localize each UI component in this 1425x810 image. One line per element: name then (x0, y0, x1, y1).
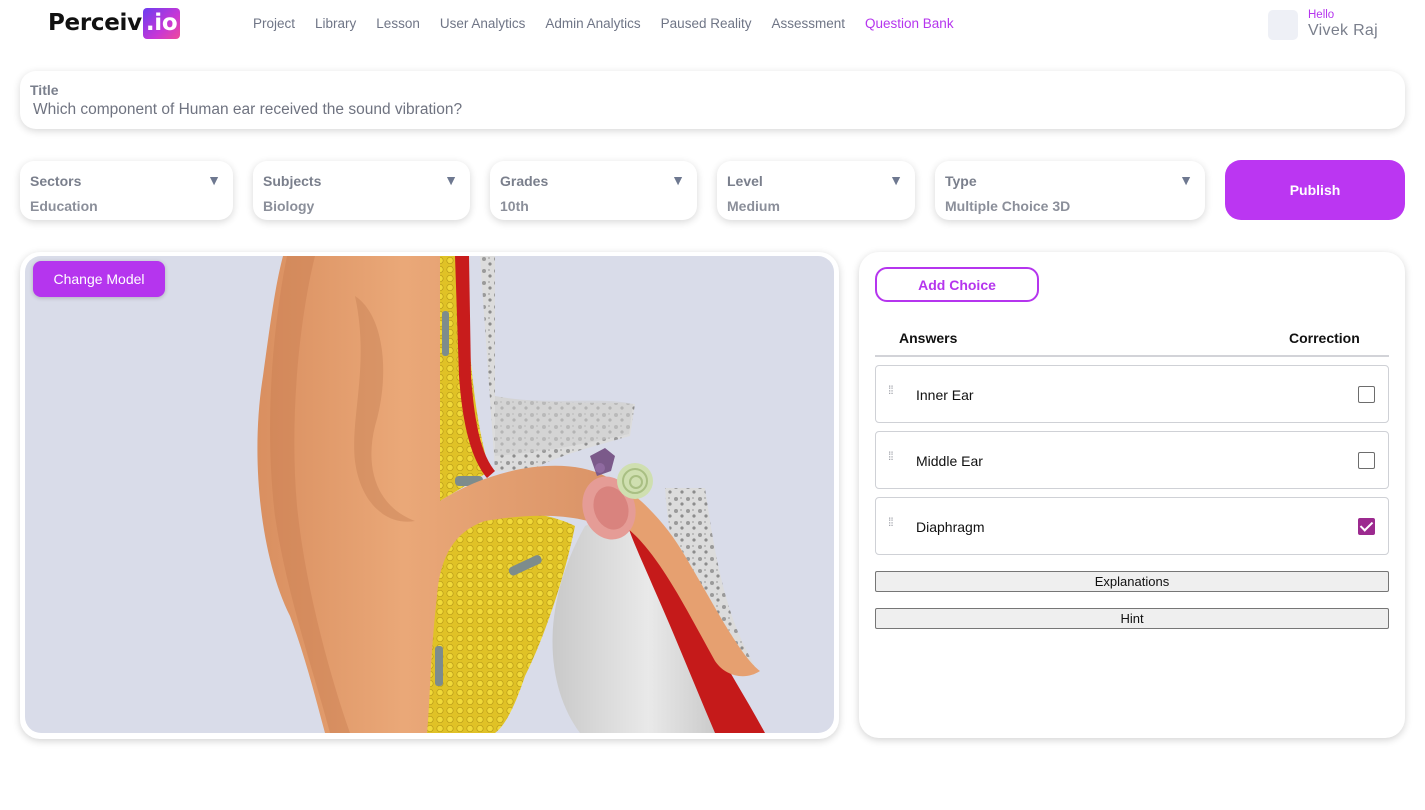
correct-checkbox[interactable] (1358, 518, 1375, 535)
publish-button[interactable]: Publish (1225, 160, 1405, 220)
ear-model-illustration (257, 256, 765, 733)
avatar[interactable] (1268, 10, 1298, 40)
type-dropdown[interactable]: Type ▼ Multiple Choice 3D (935, 161, 1205, 220)
grades-label: Grades (500, 173, 549, 189)
nav-library[interactable]: Library (315, 16, 356, 31)
choice-row: ⁞⁞ Diaphragm (875, 497, 1389, 555)
title-label: Title (30, 82, 59, 98)
top-nav: Project Library Lesson User Analytics Ad… (253, 16, 974, 31)
sectors-label: Sectors (30, 173, 82, 189)
level-value: Medium (727, 198, 780, 214)
choice-row: ⁞⁞ Inner Ear (875, 365, 1389, 423)
change-model-button[interactable]: Change Model (33, 261, 165, 297)
correct-checkbox[interactable] (1358, 452, 1375, 469)
choice-text[interactable]: Middle Ear (916, 453, 983, 469)
add-choice-button[interactable]: Add Choice (875, 267, 1039, 302)
sectors-dropdown[interactable]: Sectors ▼ Education (20, 161, 233, 220)
grades-value: 10th (500, 198, 529, 214)
caret-down-icon: ▼ (671, 172, 685, 188)
nav-project[interactable]: Project (253, 16, 295, 31)
logo-text: Perceiv (48, 10, 142, 36)
caret-down-icon: ▼ (444, 172, 458, 188)
model-viewer-card (20, 252, 839, 739)
choice-text[interactable]: Inner Ear (916, 387, 974, 403)
nav-assessment[interactable]: Assessment (771, 16, 845, 31)
user-greeting: Hello (1308, 9, 1335, 21)
logo-suffix: .io (142, 7, 181, 39)
caret-down-icon: ▼ (207, 172, 221, 188)
subjects-dropdown[interactable]: Subjects ▼ Biology (253, 161, 470, 220)
drag-handle-icon[interactable]: ⁞⁞ (888, 384, 896, 401)
type-label: Type (945, 173, 977, 189)
title-field[interactable]: Title Which component of Human ear recei… (20, 71, 1405, 129)
answers-column-header: Answers (899, 330, 958, 346)
answers-panel (859, 252, 1405, 738)
type-value: Multiple Choice 3D (945, 198, 1071, 214)
nav-question-bank[interactable]: Question Bank (865, 16, 954, 31)
user-name[interactable]: Vivek Raj (1308, 22, 1378, 40)
nav-paused-reality[interactable]: Paused Reality (661, 16, 752, 31)
level-dropdown[interactable]: Level ▼ Medium (717, 161, 915, 220)
header-divider (875, 355, 1389, 357)
level-label: Level (727, 173, 763, 189)
grades-dropdown[interactable]: Grades ▼ 10th (490, 161, 697, 220)
correction-column-header: Correction (1289, 330, 1360, 346)
correct-checkbox[interactable] (1358, 386, 1375, 403)
choice-text[interactable]: Diaphragm (916, 519, 984, 535)
drag-handle-icon[interactable]: ⁞⁞ (888, 450, 896, 467)
explanations-button[interactable]: Explanations (875, 571, 1389, 592)
title-input[interactable]: Which component of Human ear received th… (33, 101, 462, 119)
nav-user-analytics[interactable]: User Analytics (440, 16, 526, 31)
perceiv-logo[interactable]: Perceiv .io (48, 7, 181, 39)
model-viewport[interactable] (25, 256, 834, 733)
choice-row: ⁞⁞ Middle Ear (875, 431, 1389, 489)
subjects-value: Biology (263, 198, 315, 214)
nav-admin-analytics[interactable]: Admin Analytics (545, 16, 640, 31)
hint-button[interactable]: Hint (875, 608, 1389, 629)
nav-lesson[interactable]: Lesson (376, 16, 420, 31)
sectors-value: Education (30, 198, 98, 214)
subjects-label: Subjects (263, 173, 322, 189)
caret-down-icon: ▼ (1179, 172, 1193, 188)
drag-handle-icon[interactable]: ⁞⁞ (888, 516, 896, 533)
caret-down-icon: ▼ (889, 172, 903, 188)
